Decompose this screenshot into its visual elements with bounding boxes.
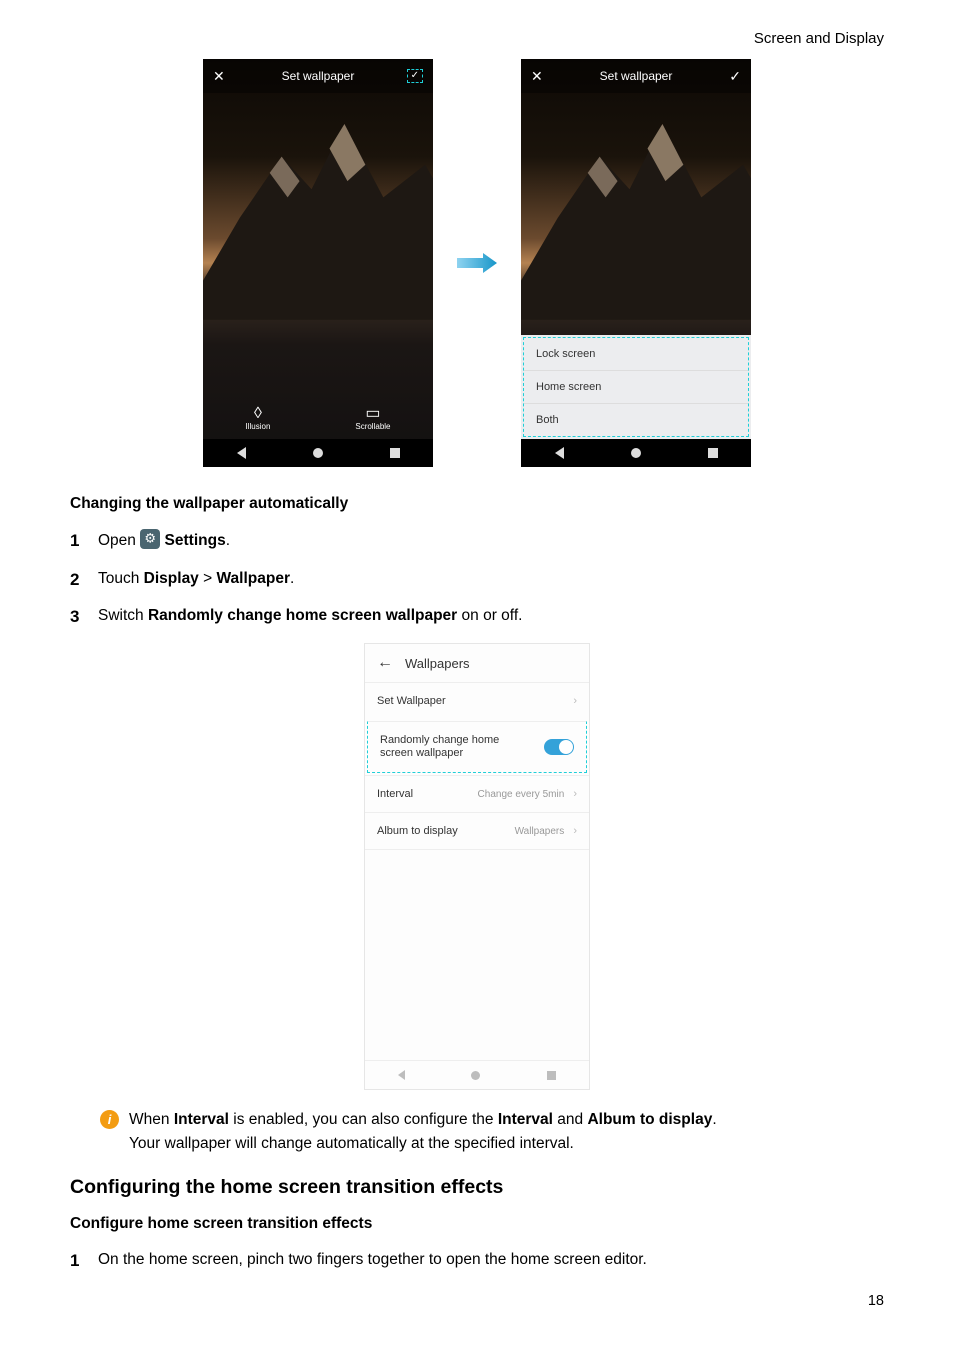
row-album[interactable]: Album to display Wallpapers › (365, 812, 589, 849)
step-text: . (226, 532, 230, 549)
phone-set-wallpaper-a: ✕ Set wallpaper ✓ ◊ Illusion ▭ Scrollabl… (203, 59, 433, 467)
section-heading-transitions: Configuring the home screen transition e… (70, 1176, 884, 1199)
row-set-wallpaper[interactable]: Set Wallpaper › (365, 682, 589, 719)
phone-set-wallpaper-b: ✕ Set wallpaper ✓ Lock screen Home scree… (521, 59, 751, 467)
nav-back-icon[interactable] (237, 447, 246, 459)
step-text: Touch (98, 570, 144, 587)
nav-home-icon[interactable] (313, 448, 323, 458)
row-value: Wallpapers (515, 826, 565, 837)
info-text-part: and (557, 1111, 587, 1128)
options-highlight: Lock screen Home screen Both (523, 337, 749, 437)
back-icon[interactable]: ← (377, 654, 393, 672)
toggle-on[interactable] (544, 739, 574, 755)
step-1: On the home screen, pinch two fingers to… (70, 1249, 884, 1271)
nav-recent-icon[interactable] (390, 448, 400, 458)
chevron-right-icon: › (573, 825, 577, 837)
screen-title: Wallpapers (405, 656, 470, 671)
chevron-right-icon: › (573, 695, 577, 707)
nav-bar (521, 439, 751, 467)
nav-back-icon[interactable] (398, 1070, 405, 1080)
row-label: Set Wallpaper (377, 695, 446, 707)
info-text-part: When (129, 1111, 174, 1128)
phone-topbar: ✕ Set wallpaper ✓ (521, 59, 751, 93)
wallpaper-options: ◊ Illusion ▭ Scrollable (203, 406, 433, 431)
option-lock-screen[interactable]: Lock screen (524, 338, 748, 371)
page-number: 18 (70, 1293, 884, 1309)
nav-back-icon[interactable] (555, 447, 564, 459)
step-3: Switch Randomly change home screen wallp… (70, 605, 884, 627)
nav-recent-icon[interactable] (547, 1071, 556, 1080)
phones-row: ✕ Set wallpaper ✓ ◊ Illusion ▭ Scrollabl… (70, 59, 884, 467)
scrollable-label: Scrollable (355, 422, 390, 431)
info-text-part: is enabled, you can also configure the (233, 1111, 498, 1128)
subheading-auto-wallpaper: Changing the wallpaper automatically (70, 495, 884, 513)
info-note: i When Interval is enabled, you can also… (100, 1108, 884, 1156)
mountain-shape (203, 75, 433, 320)
info-text: When Interval is enabled, you can also c… (129, 1108, 717, 1156)
wallpaper-label: Wallpaper (216, 570, 290, 587)
header-section: Screen and Display (70, 30, 884, 47)
interval-label: Interval (498, 1111, 553, 1128)
nav-bar (203, 439, 433, 467)
illusion-label: Illusion (245, 422, 270, 431)
step-1: Open Settings. (70, 529, 884, 552)
phone-title: Set wallpaper (203, 69, 433, 83)
row-value: Change every 5min (478, 789, 565, 800)
subheading-transitions: Configure home screen transition effects (70, 1215, 884, 1233)
display-label: Display (144, 570, 199, 587)
step-text: . (290, 570, 294, 587)
step-text: > (203, 570, 216, 587)
option-home-screen[interactable]: Home screen (524, 371, 748, 404)
interval-label: Interval (174, 1111, 229, 1128)
phone-title: Set wallpaper (521, 69, 751, 83)
step-text: on or off. (462, 607, 523, 624)
option-both[interactable]: Both (524, 404, 748, 436)
settings-label: Settings (165, 532, 226, 549)
album-label: Album to display (587, 1111, 712, 1128)
scrollable-icon: ▭ (355, 406, 390, 422)
settings-icon (140, 529, 160, 549)
row-label: Interval (377, 788, 413, 800)
row-interval[interactable]: Interval Change every 5min › (365, 775, 589, 812)
row-label: Album to display (377, 825, 458, 837)
nav-recent-icon[interactable] (708, 448, 718, 458)
steps-auto-wallpaper: Open Settings. Touch Display > Wallpaper… (70, 529, 884, 627)
row-random-change[interactable]: Randomly change home screen wallpaper (367, 721, 587, 773)
blur-icon: ◊ (245, 406, 270, 422)
random-label: Randomly change home screen wallpaper (148, 607, 457, 624)
step-text: Open (98, 532, 140, 549)
mountain-shape (521, 75, 751, 320)
step-text: Switch (98, 607, 148, 624)
chevron-right-icon: › (573, 788, 577, 800)
arrow-icon (457, 253, 497, 273)
step-text: On the home screen, pinch two fingers to… (98, 1251, 647, 1268)
screen-header: ← Wallpapers (365, 644, 589, 682)
info-text-part: Your wallpaper will change automatically… (129, 1135, 574, 1152)
nav-bar (365, 1060, 589, 1089)
steps-transitions: On the home screen, pinch two fingers to… (70, 1249, 884, 1271)
info-text-part: . (712, 1111, 716, 1128)
apply-target-sheet: Lock screen Home screen Both (521, 335, 751, 439)
scrollable-option[interactable]: ▭ Scrollable (355, 406, 390, 431)
step-2: Touch Display > Wallpaper. (70, 568, 884, 590)
info-icon: i (100, 1110, 119, 1129)
phone-wallpapers-settings: ← Wallpapers Set Wallpaper › Randomly ch… (364, 643, 590, 1090)
blank-area (365, 849, 589, 1060)
nav-home-icon[interactable] (471, 1071, 480, 1080)
row-label: Randomly change home screen wallpaper (380, 734, 520, 760)
illusion-option[interactable]: ◊ Illusion (245, 406, 270, 431)
phone-topbar: ✕ Set wallpaper ✓ (203, 59, 433, 93)
nav-home-icon[interactable] (631, 448, 641, 458)
